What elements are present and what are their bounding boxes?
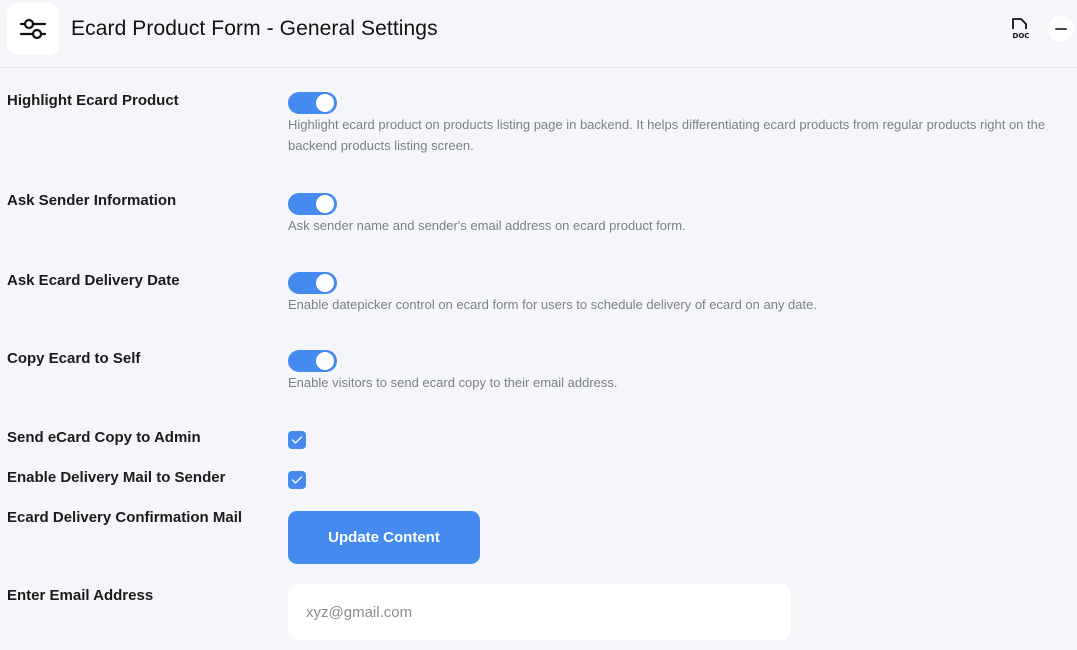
setting-label: Ask Ecard Delivery Date — [7, 272, 180, 289]
setting-description: Highlight ecard product on products list… — [288, 117, 1046, 153]
delivery-mail-sender-checkbox[interactable] — [288, 471, 306, 489]
setting-label: Highlight Ecard Product — [7, 92, 179, 109]
header-icon-box — [7, 3, 59, 55]
setting-label: Enter Email Address — [7, 587, 154, 604]
setting-label: Copy Ecard to Self — [7, 350, 141, 367]
setting-label: Ecard Delivery Confirmation Mail — [7, 509, 243, 526]
copy-to-admin-checkbox[interactable] — [288, 431, 306, 449]
page-title: Ecard Product Form - General Settings — [71, 17, 438, 40]
setting-label: Enable Delivery Mail to Sender — [7, 469, 226, 486]
check-icon — [291, 476, 303, 484]
collapse-button[interactable] — [1048, 16, 1074, 42]
setting-description: Enable datepicker control on ecard form … — [288, 297, 817, 312]
toggle-knob — [316, 195, 334, 213]
doc-label: DOC — [1013, 32, 1030, 40]
minus-icon — [1055, 28, 1067, 30]
setting-description: Enable visitors to send ecard copy to th… — [288, 375, 618, 390]
copy-to-self-toggle[interactable] — [288, 350, 337, 372]
check-icon — [291, 436, 303, 444]
email-input[interactable] — [288, 584, 791, 640]
setting-label: Send eCard Copy to Admin — [7, 429, 201, 446]
setting-description: Ask sender name and sender's email addre… — [288, 218, 686, 233]
highlight-ecard-toggle[interactable] — [288, 92, 337, 114]
setting-label: Ask Sender Information — [7, 192, 177, 209]
page-header: Ecard Product Form - General Settings DO… — [0, 0, 1077, 68]
toggle-knob — [316, 274, 334, 292]
doc-icon[interactable]: DOC — [1010, 17, 1032, 41]
toggle-knob — [316, 94, 334, 112]
update-content-button[interactable]: Update Content — [288, 511, 480, 564]
sliders-icon — [19, 18, 47, 40]
ask-delivery-date-toggle[interactable] — [288, 272, 337, 294]
ask-sender-info-toggle[interactable] — [288, 193, 337, 215]
toggle-knob — [316, 352, 334, 370]
